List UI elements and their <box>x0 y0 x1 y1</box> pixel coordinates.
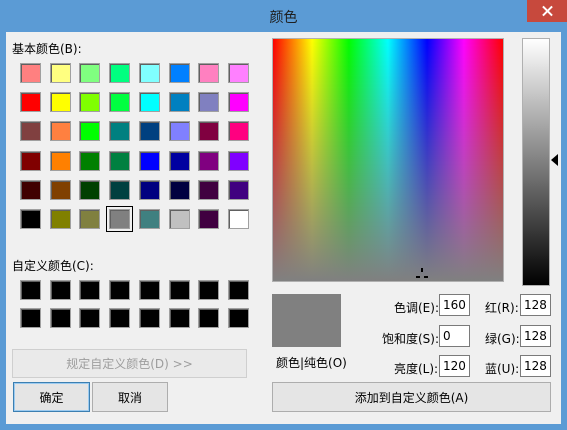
basic-color-swatch[interactable] <box>198 63 220 83</box>
basic-color-swatch[interactable] <box>168 179 190 200</box>
custom-color-swatch[interactable] <box>138 280 160 300</box>
basic-color-swatch[interactable] <box>138 92 160 113</box>
green-label: 绿(G): <box>485 332 520 346</box>
blue-field[interactable]: 128 <box>520 355 551 377</box>
basic-color-swatch[interactable] <box>49 121 71 142</box>
custom-color-swatch[interactable] <box>109 308 131 328</box>
basic-color-swatch[interactable] <box>109 150 131 171</box>
hue-label: 色调(E): <box>394 301 439 315</box>
basic-color-swatch[interactable] <box>198 121 220 142</box>
basic-color-swatch[interactable] <box>138 63 160 83</box>
basic-color-swatch[interactable] <box>49 150 71 171</box>
saturation-field[interactable]: 0 <box>439 325 470 347</box>
basic-color-swatch[interactable] <box>168 121 190 142</box>
basic-color-swatch[interactable] <box>138 150 160 171</box>
basic-color-swatch[interactable] <box>168 63 190 83</box>
color-spectrum[interactable] <box>272 38 504 282</box>
custom-colors-label: 自定义颜色(C): <box>12 259 94 273</box>
basic-color-swatch[interactable] <box>227 150 249 171</box>
basic-color-swatch[interactable] <box>106 206 134 232</box>
basic-color-swatch[interactable] <box>109 92 131 113</box>
basic-color-swatch[interactable] <box>49 209 71 229</box>
basic-color-swatch[interactable] <box>79 63 101 83</box>
basic-color-swatch[interactable] <box>227 209 249 229</box>
basic-color-swatch[interactable] <box>79 209 101 229</box>
custom-color-swatch[interactable] <box>168 280 190 300</box>
basic-color-swatch[interactable] <box>168 209 190 229</box>
blue-label: 蓝(U): <box>485 362 520 376</box>
basic-color-swatch[interactable] <box>20 179 41 200</box>
basic-color-swatch[interactable] <box>227 179 249 200</box>
red-label: 红(R): <box>485 301 519 315</box>
basic-color-swatch[interactable] <box>49 92 71 113</box>
basic-color-swatch[interactable] <box>109 63 131 83</box>
custom-color-swatch[interactable] <box>49 280 71 300</box>
luminosity-slider[interactable] <box>522 38 550 286</box>
basic-color-swatch[interactable] <box>79 179 101 200</box>
red-field[interactable]: 128 <box>520 294 551 316</box>
basic-color-swatch[interactable] <box>168 150 190 171</box>
basic-color-swatch[interactable] <box>49 179 71 200</box>
basic-color-swatch[interactable] <box>138 179 160 200</box>
luminosity-arrow-icon[interactable] <box>551 154 558 166</box>
basic-color-swatch[interactable] <box>198 150 220 171</box>
basic-color-swatch[interactable] <box>49 63 71 83</box>
luminosity-field[interactable]: 120 <box>439 355 470 377</box>
basic-color-swatch[interactable] <box>20 92 41 113</box>
basic-color-swatch[interactable] <box>109 179 131 200</box>
basic-color-swatch[interactable] <box>227 63 249 83</box>
color-preview <box>272 294 341 347</box>
basic-color-swatch[interactable] <box>20 150 41 171</box>
window-title: 颜色 <box>269 10 298 26</box>
custom-color-swatch[interactable] <box>227 280 249 300</box>
basic-color-swatch[interactable] <box>20 121 41 142</box>
basic-color-swatch[interactable] <box>198 92 220 113</box>
custom-color-swatch[interactable] <box>79 308 101 328</box>
title-bar[interactable]: 颜色 <box>0 0 567 32</box>
basic-color-swatch[interactable] <box>79 150 101 171</box>
custom-color-swatch[interactable] <box>49 308 71 328</box>
basic-color-swatch[interactable] <box>168 92 190 113</box>
basic-color-swatch[interactable] <box>198 179 220 200</box>
basic-color-swatch[interactable] <box>198 209 220 229</box>
custom-color-swatch[interactable] <box>109 280 131 300</box>
dialog-body: 基本颜色(B): 自定义颜色(C): 规定自定义颜色(D) >> 确定 取消 颜… <box>6 32 561 424</box>
color-dialog: 颜色 基本颜色(B): 自定义颜色(C): 规定自定义颜色(D) >> 确定 取… <box>0 0 567 430</box>
basic-color-swatch[interactable] <box>20 209 41 229</box>
close-button[interactable] <box>527 0 567 22</box>
basic-color-swatch[interactable] <box>20 63 41 83</box>
basic-color-swatch[interactable] <box>138 121 160 142</box>
custom-color-swatch[interactable] <box>138 308 160 328</box>
custom-color-swatch[interactable] <box>198 280 220 300</box>
custom-color-swatch[interactable] <box>168 308 190 328</box>
basic-color-swatch[interactable] <box>227 121 249 142</box>
basic-color-swatch[interactable] <box>79 121 101 142</box>
custom-color-swatch[interactable] <box>20 308 41 328</box>
hue-field[interactable]: 160 <box>439 294 470 316</box>
custom-color-swatch[interactable] <box>198 308 220 328</box>
define-custom-colors-button[interactable]: 规定自定义颜色(D) >> <box>12 349 247 378</box>
green-field[interactable]: 128 <box>520 325 551 347</box>
luminosity-label: 亮度(L): <box>394 362 439 376</box>
custom-color-swatch[interactable] <box>79 280 101 300</box>
basic-color-swatch[interactable] <box>227 92 249 113</box>
basic-color-swatch[interactable] <box>109 121 131 142</box>
basic-color-swatch[interactable] <box>138 209 160 229</box>
add-to-custom-colors-button[interactable]: 添加到自定义颜色(A) <box>272 382 551 412</box>
basic-colors-label: 基本颜色(B): <box>12 42 82 56</box>
ok-button[interactable]: 确定 <box>13 382 90 412</box>
saturation-label: 饱和度(S): <box>382 332 440 346</box>
preview-label: 颜色|纯色(O) <box>276 356 347 370</box>
custom-color-swatch[interactable] <box>20 280 41 300</box>
cancel-button[interactable]: 取消 <box>92 382 168 412</box>
custom-color-swatch[interactable] <box>227 308 249 328</box>
basic-color-swatch[interactable] <box>79 92 101 113</box>
